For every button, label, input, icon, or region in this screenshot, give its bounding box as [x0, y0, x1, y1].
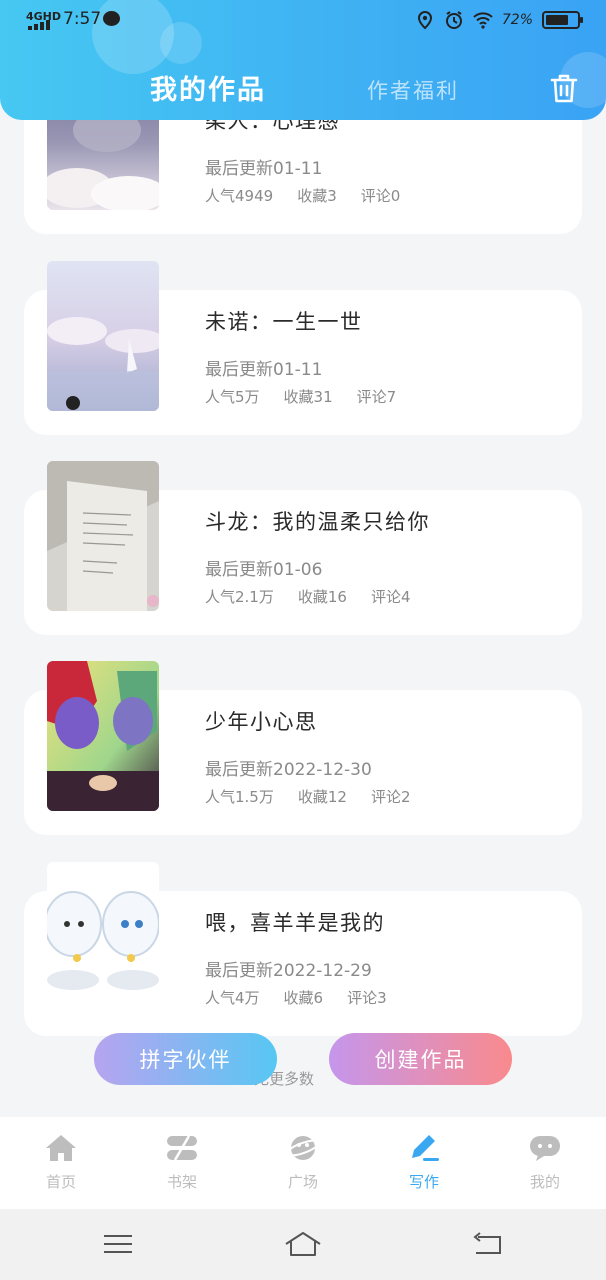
- menu-icon[interactable]: [101, 1229, 135, 1259]
- work-popularity: 人气5万: [205, 388, 260, 406]
- home-icon: [46, 1135, 76, 1161]
- work-title: 未诺：一生一世: [205, 310, 363, 334]
- status-bar: 4GHD 7:57 72%: [0, 0, 606, 40]
- work-favorites: 收藏16: [297, 588, 347, 606]
- signal-icon: [28, 20, 54, 30]
- bookshelf-icon: [167, 1135, 197, 1161]
- alarm-icon: [445, 11, 462, 29]
- work-cover-image[interactable]: [47, 461, 159, 611]
- pen-icon: [412, 1135, 439, 1161]
- wifi-icon: [473, 12, 493, 29]
- work-updated: 最后更新01-11: [205, 360, 323, 380]
- tab-author-welfare[interactable]: 作者福利: [367, 75, 459, 105]
- work-favorites: 收藏12: [297, 788, 347, 806]
- work-stats: 人气1.5万 收藏12 评论2: [205, 786, 411, 807]
- work-comments: 评论3: [347, 989, 387, 1007]
- chat-face-icon: [530, 1136, 560, 1161]
- location-icon: [417, 10, 432, 30]
- work-popularity: 人气1.5万: [205, 788, 274, 806]
- work-updated: 最后更新01-11: [205, 159, 323, 179]
- work-favorites: 收藏31: [283, 388, 333, 406]
- work-stats: 人气5万 收藏31 评论7: [205, 386, 396, 407]
- message-notification-icon: [103, 11, 120, 26]
- work-title: 斗龙：我的温柔只给你: [205, 510, 430, 534]
- work-updated: 最后更新2022-12-30: [205, 760, 372, 780]
- tab-my-works[interactable]: 我的作品: [150, 68, 266, 107]
- work-popularity: 人气4万: [205, 989, 260, 1007]
- nav-home[interactable]: 首页: [21, 1133, 101, 1192]
- nav-writing[interactable]: 写作: [384, 1133, 464, 1192]
- work-updated: 最后更新01-06: [205, 560, 323, 580]
- work-favorites: 收藏6: [283, 989, 324, 1007]
- work-cover-image[interactable]: [47, 661, 159, 811]
- trash-icon[interactable]: [549, 72, 579, 104]
- work-stats: 人气4万 收藏6 评论3: [205, 987, 387, 1008]
- nav-bookshelf[interactable]: 书架: [142, 1133, 222, 1192]
- clock-time: 7:57: [63, 9, 102, 29]
- system-navigation-bar: [0, 1209, 606, 1280]
- app-header: 4GHD 7:57 72% 我的作品 作者福利: [0, 0, 606, 120]
- home-button-icon[interactable]: [284, 1229, 322, 1259]
- nav-mine[interactable]: 我的: [505, 1133, 585, 1192]
- planet-icon: [286, 1136, 320, 1160]
- battery-percent: 72%: [501, 12, 533, 28]
- work-comments: 评论7: [356, 388, 397, 406]
- work-favorites: 收藏3: [297, 187, 337, 205]
- work-stats: 人气4949 收藏3 评论0: [205, 185, 400, 206]
- work-comments: 评论4: [370, 588, 411, 606]
- work-title: 少年小心思: [205, 710, 318, 734]
- work-cover-image[interactable]: [47, 261, 159, 411]
- work-comments: 评论0: [360, 187, 401, 205]
- bottom-navigation: 首页 书架 广场 写作 我的: [0, 1117, 606, 1209]
- work-comments: 评论2: [370, 788, 411, 806]
- work-stats: 人气2.1万 收藏16 评论4: [205, 586, 411, 607]
- work-updated: 最后更新2022-12-29: [205, 961, 372, 981]
- work-cover-image[interactable]: [47, 862, 159, 998]
- back-icon[interactable]: [470, 1229, 504, 1259]
- writing-partner-button[interactable]: 拼字伙伴: [94, 1033, 277, 1085]
- work-popularity: 人气2.1万: [205, 588, 274, 606]
- create-work-button[interactable]: 创建作品: [329, 1033, 512, 1085]
- work-title: 喂，喜羊羊是我的: [205, 911, 385, 935]
- battery-icon: [542, 11, 583, 29]
- nav-plaza[interactable]: 广场: [263, 1133, 343, 1192]
- work-popularity: 人气4949: [205, 187, 274, 205]
